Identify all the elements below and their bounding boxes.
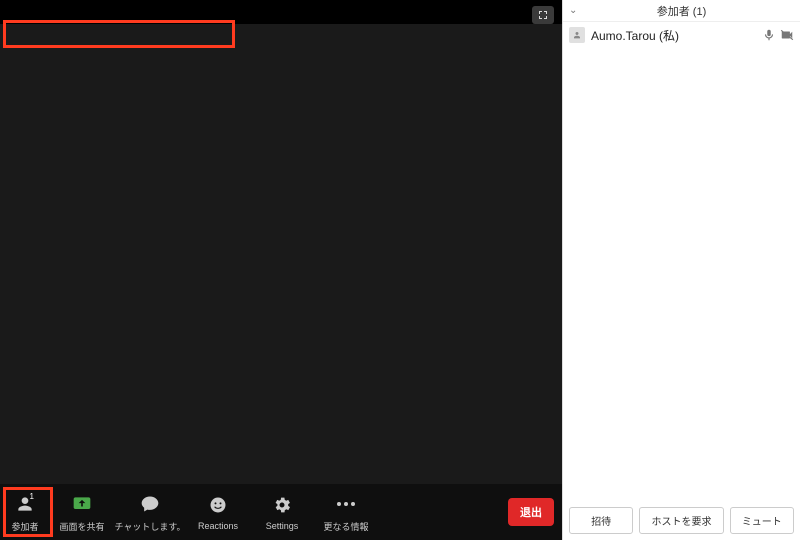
avatar xyxy=(569,27,585,43)
mute-button[interactable]: ミュート xyxy=(730,507,794,534)
expand-icon xyxy=(537,9,549,21)
camera-off-icon[interactable] xyxy=(780,28,794,42)
video-area: 1 参加者 画面を共有 チャットします。 Reactions Settings … xyxy=(0,0,562,540)
reactions-button[interactable]: Reactions xyxy=(186,484,250,540)
panel-header: ⌄ 参加者 (1) xyxy=(563,0,800,22)
share-screen-icon xyxy=(71,494,93,514)
gear-icon xyxy=(272,495,292,515)
share-screen-button[interactable]: 画面を共有 xyxy=(50,484,114,540)
chevron-down-icon[interactable]: ⌄ xyxy=(569,5,577,16)
participant-name: Aumo.Tarou (私) xyxy=(591,27,679,44)
more-icon xyxy=(337,502,355,506)
more-label: 更なる情報 xyxy=(323,520,368,533)
reactions-icon xyxy=(207,495,229,515)
reactions-label: Reactions xyxy=(198,521,238,531)
chat-label: チャットします。 xyxy=(114,520,185,533)
claim-host-button[interactable]: ホストを要求 xyxy=(639,507,723,534)
panel-footer: 招待 ホストを要求 ミュート xyxy=(563,500,800,540)
microphone-icon[interactable] xyxy=(762,28,776,42)
settings-label: Settings xyxy=(266,521,299,531)
leave-button[interactable]: 退出 xyxy=(508,498,554,526)
participants-label: 参加者 xyxy=(11,520,38,533)
chat-icon xyxy=(139,494,161,514)
fullscreen-button[interactable] xyxy=(532,6,554,24)
participants-button[interactable]: 1 参加者 xyxy=(0,484,50,540)
video-main[interactable] xyxy=(0,24,562,484)
chat-button[interactable]: チャットします。 xyxy=(114,484,186,540)
more-button[interactable]: 更なる情報 xyxy=(314,484,378,540)
participants-panel: ⌄ 参加者 (1) Aumo.Tarou (私) 招待 ホストを要求 ミュート xyxy=(562,0,800,540)
share-screen-label: 画面を共有 xyxy=(59,520,104,533)
person-icon xyxy=(572,30,582,40)
video-top-bar xyxy=(0,0,562,24)
invite-button[interactable]: 招待 xyxy=(569,507,633,534)
bottom-toolbar: 1 参加者 画面を共有 チャットします。 Reactions Settings … xyxy=(0,484,562,540)
participants-count: 1 xyxy=(30,492,34,501)
panel-title: 参加者 (1) xyxy=(657,3,707,19)
panel-body xyxy=(563,48,800,500)
settings-button[interactable]: Settings xyxy=(250,484,314,540)
participant-row[interactable]: Aumo.Tarou (私) xyxy=(563,22,800,48)
